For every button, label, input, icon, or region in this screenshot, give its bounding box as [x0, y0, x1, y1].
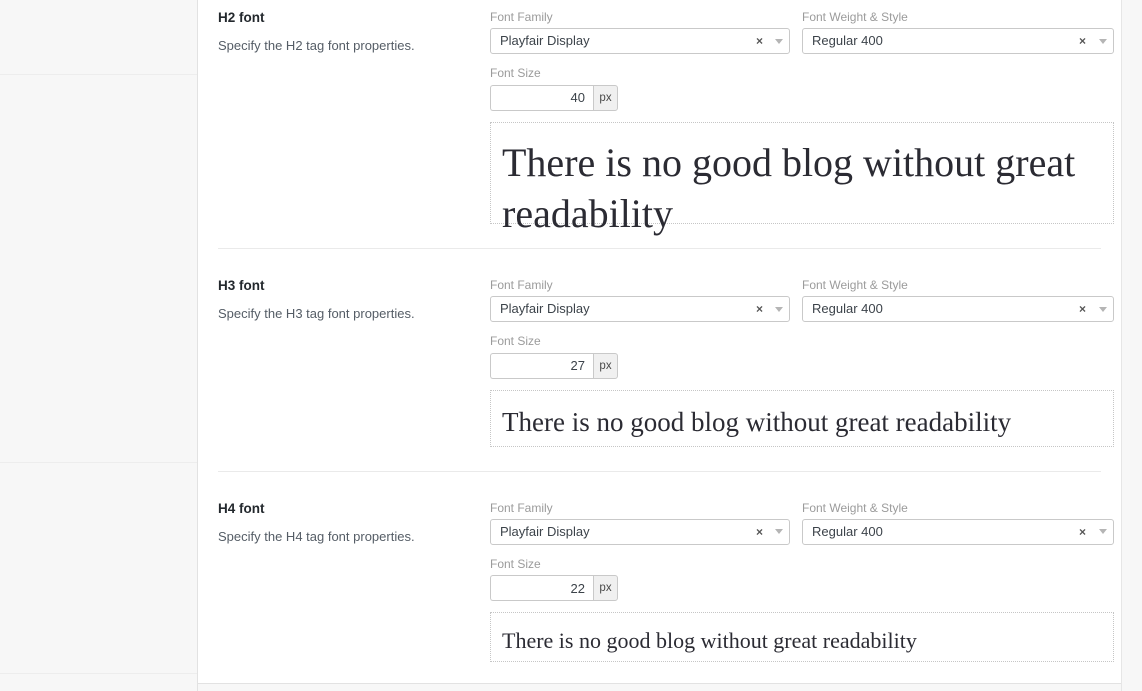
setting-subtitle-h2: Specify the H2 tag font properties.: [218, 38, 415, 54]
settings-main-panel: H2 font Specify the H2 tag font properti…: [198, 0, 1122, 691]
font-preview-text-h2: There is no good blog without great read…: [502, 139, 1076, 236]
setting-description-h2: H2 font Specify the H2 tag font properti…: [218, 5, 490, 224]
font-preview-h2: There is no good blog without great read…: [490, 121, 1114, 236]
font-family-label-h2: Font Family: [490, 10, 553, 24]
chevron-down-icon[interactable]: [769, 29, 789, 53]
clear-icon[interactable]: ×: [752, 303, 769, 315]
setting-fields-h2: Font Family Playfair Display × Font Weig…: [490, 5, 1114, 236]
font-weight-select-h3[interactable]: Regular 400 ×: [802, 296, 1114, 323]
setting-title-h3: H3 font: [218, 277, 265, 293]
chevron-down-icon[interactable]: [769, 297, 789, 321]
setting-description-h3: H3 font Specify the H3 tag font properti…: [218, 273, 490, 447]
font-family-label-h4: Font Family: [490, 500, 553, 515]
chevron-down-icon[interactable]: [769, 520, 789, 544]
font-preview-h4: There is no good blog without great read…: [490, 612, 1114, 663]
setting-fields-h3: Font Family Playfair Display × Font Weig…: [490, 273, 1114, 447]
font-family-value-h2: Playfair Display: [500, 33, 590, 49]
chevron-down-icon[interactable]: [1092, 519, 1113, 544]
font-family-select-h3[interactable]: Playfair Display ×: [490, 296, 790, 323]
clear-icon[interactable]: ×: [1075, 303, 1092, 315]
font-weight-value-h3: Regular 400: [812, 301, 883, 317]
setting-fields-h4: Font Family Playfair Display × Font Weig…: [490, 496, 1114, 663]
font-weight-select-h4[interactable]: Regular 400 ×: [802, 518, 1114, 545]
font-preview-h3: There is no good blog without great read…: [490, 389, 1114, 447]
clear-icon[interactable]: ×: [1075, 35, 1092, 47]
font-size-input-h3[interactable]: [490, 352, 593, 379]
font-family-label-h3: Font Family: [490, 277, 553, 292]
sidebar-divider-1: [0, 74, 197, 75]
clear-icon[interactable]: ×: [752, 526, 769, 538]
font-weight-label-h4: Font Weight & Style: [802, 500, 908, 515]
setting-row-h2: H2 font Specify the H2 tag font properti…: [198, 0, 1121, 248]
setting-title-h4: H4 font: [218, 500, 265, 516]
settings-screen: H2 font Specify the H2 tag font properti…: [0, 0, 1142, 691]
font-family-select-h4[interactable]: Playfair Display ×: [490, 518, 790, 545]
font-weight-label-h2: Font Weight & Style: [802, 10, 908, 24]
setting-row-h4: H4 font Specify the H4 tag font properti…: [198, 470, 1121, 687]
setting-subtitle-h3: Specify the H3 tag font properties.: [218, 305, 415, 321]
left-sidebar: [0, 0, 198, 691]
font-weight-label-h3: Font Weight & Style: [802, 277, 908, 292]
clear-icon[interactable]: ×: [752, 35, 769, 47]
clear-icon[interactable]: ×: [1075, 526, 1092, 538]
chevron-down-icon[interactable]: [1092, 29, 1113, 54]
font-size-unit-h2: px: [593, 84, 618, 111]
font-size-input-h4[interactable]: [490, 575, 593, 602]
font-size-input-h2[interactable]: [490, 84, 593, 111]
setting-title-h2: H2 font: [218, 10, 265, 25]
setting-row-h3: H3 font Specify the H3 tag font properti…: [198, 247, 1121, 471]
font-size-unit-h4: px: [593, 575, 618, 602]
right-gutter: [1122, 0, 1142, 691]
font-preview-text-h4: There is no good blog without great read…: [502, 628, 917, 654]
setting-description-h4: H4 font Specify the H4 tag font properti…: [218, 496, 490, 663]
font-size-unit-h3: px: [593, 352, 618, 379]
chevron-down-icon[interactable]: [1092, 297, 1113, 322]
font-weight-value-h2: Regular 400: [812, 33, 883, 49]
sidebar-divider-2: [0, 462, 197, 463]
font-family-value-h4: Playfair Display: [500, 523, 590, 539]
setting-subtitle-h4: Specify the H4 tag font properties.: [218, 528, 415, 544]
font-size-label-h4: Font Size: [490, 556, 541, 571]
sidebar-divider-3: [0, 673, 197, 674]
font-weight-value-h4: Regular 400: [812, 523, 883, 539]
font-weight-select-h2[interactable]: Regular 400 ×: [802, 28, 1114, 55]
font-size-label-h2: Font Size: [490, 66, 541, 81]
font-family-value-h3: Playfair Display: [500, 301, 590, 317]
panel-bottom-spacer: [198, 684, 1121, 691]
font-size-label-h3: Font Size: [490, 334, 541, 349]
font-family-select-h2[interactable]: Playfair Display ×: [490, 28, 790, 55]
font-preview-text-h3: There is no good blog without great read…: [502, 406, 1012, 437]
